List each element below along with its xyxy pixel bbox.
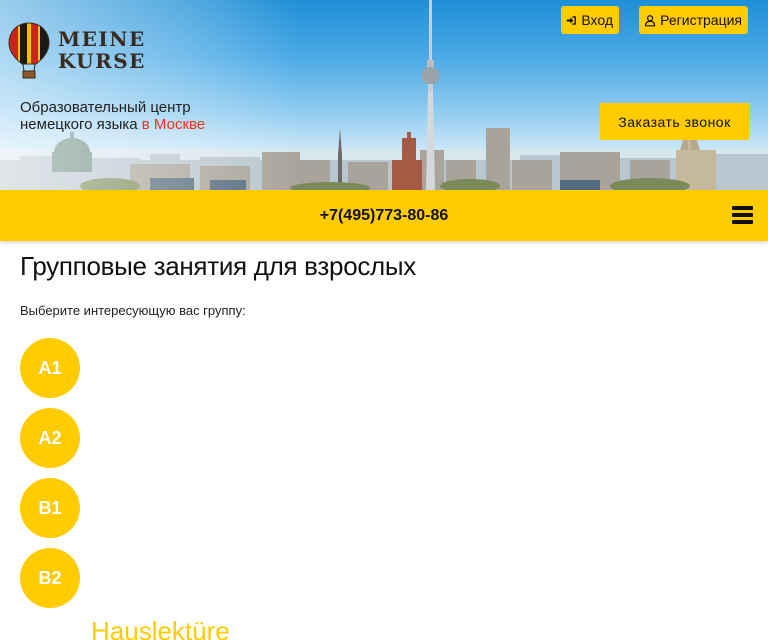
section-heading-hauslekture: Hauslektüre <box>91 616 230 640</box>
level-button-a1[interactable]: A1 <box>20 338 80 398</box>
site-tagline: Образовательный центр немецкого языка в … <box>20 99 205 133</box>
user-icon <box>644 14 656 26</box>
logo-line-1: MEINE <box>58 27 146 51</box>
site-logo[interactable]: MEINE KURSE <box>8 22 146 80</box>
phone-bar: +7(495)773-80-86 <box>0 190 768 241</box>
login-label: Вход <box>581 12 613 28</box>
level-button-a2[interactable]: A2 <box>20 408 80 468</box>
logo-wordmark: MEINE KURSE <box>58 28 146 72</box>
hamburger-menu-icon[interactable] <box>732 206 753 225</box>
hamburger-line <box>732 206 753 210</box>
tagline-city: в Москве <box>141 116 206 133</box>
sign-in-icon <box>566 15 576 25</box>
hero-banner: MEINE KURSE Образовательный центр немецк… <box>0 0 768 190</box>
level-button-b2[interactable]: B2 <box>20 548 80 608</box>
tagline-line-2-main: немецкого языка <box>20 116 138 133</box>
tagline-line-2: немецкого языка в Москве <box>20 116 205 133</box>
logo-line-2: KURSE <box>58 49 146 73</box>
group-prompt: Выберите интересующую вас группу: <box>20 303 246 318</box>
login-button[interactable]: Вход <box>561 6 619 34</box>
hot-air-balloon-icon <box>8 22 50 79</box>
register-button[interactable]: Регистрация <box>639 6 748 34</box>
hamburger-line <box>732 213 753 217</box>
hamburger-line <box>732 220 753 224</box>
phone-number-link[interactable]: +7(495)773-80-86 <box>0 207 768 225</box>
tagline-line-1: Образовательный центр <box>20 99 191 116</box>
level-button-b1[interactable]: B1 <box>20 478 80 538</box>
page-title: Групповые занятия для взрослых <box>20 251 417 281</box>
register-label: Регистрация <box>660 12 742 28</box>
order-callback-button[interactable]: Заказать звонок <box>600 103 749 140</box>
